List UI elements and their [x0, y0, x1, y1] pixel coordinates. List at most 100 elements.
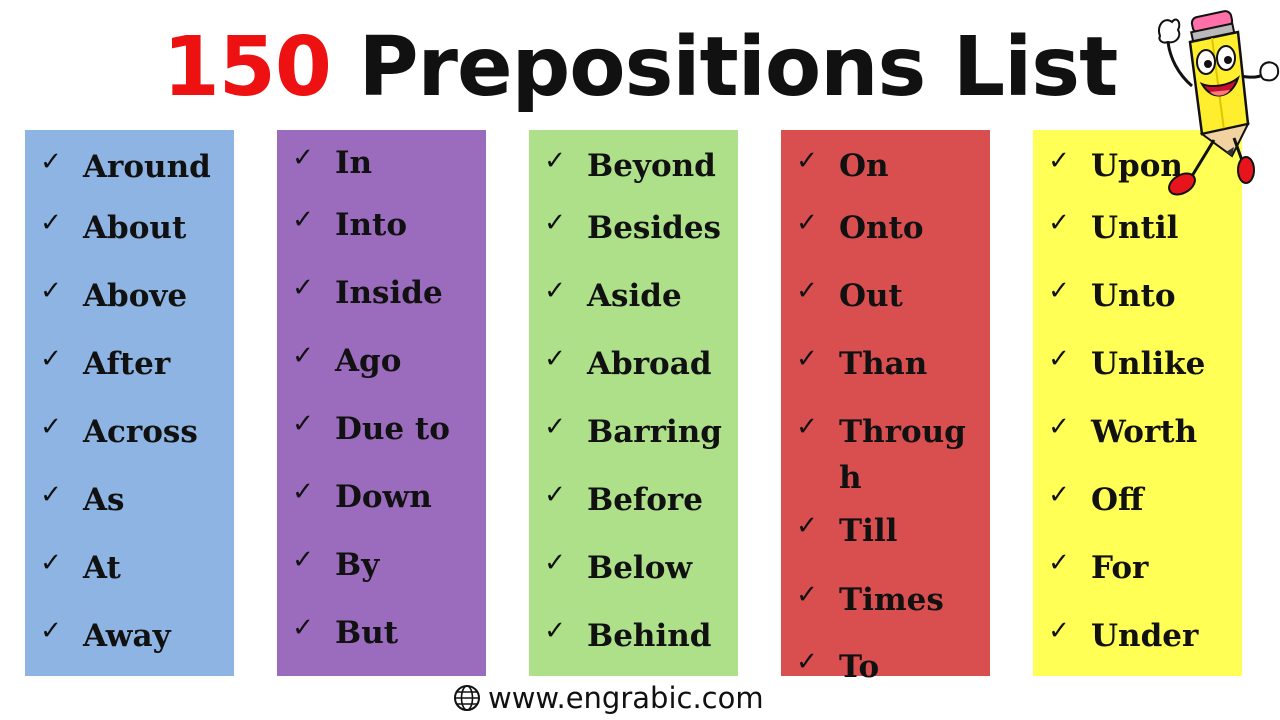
- preposition-word: Around: [83, 149, 211, 185]
- check-icon: ✓: [796, 146, 818, 176]
- list-item: ✓ At: [25, 545, 234, 595]
- list-item: ✓ Abroad: [529, 341, 738, 391]
- website-url[interactable]: www.engrabic.com: [488, 681, 764, 715]
- check-icon: ✓: [544, 146, 566, 176]
- preposition-word: Aside: [587, 278, 682, 314]
- check-icon: ✓: [40, 208, 62, 238]
- check-icon: ✓: [796, 344, 818, 374]
- preposition-word: Away: [83, 618, 171, 654]
- list-item: ✓ Until: [1033, 205, 1242, 255]
- title-number: 150: [162, 20, 332, 115]
- list-item: ✓ Off: [1033, 477, 1242, 527]
- preposition-word: Beyond: [587, 148, 716, 184]
- check-icon: ✓: [1048, 344, 1070, 374]
- preposition-word: After: [83, 346, 171, 382]
- check-icon: ✓: [796, 412, 818, 442]
- list-item: ✓ Onto: [781, 205, 990, 255]
- preposition-word: Across: [83, 414, 198, 450]
- preposition-word: Worth: [1091, 414, 1198, 450]
- check-icon: ✓: [292, 273, 314, 303]
- column-5: ✓ Upon ✓ Until ✓ Unto ✓ Unlike ✓ Worth ✓ Off ✓…: [1033, 130, 1242, 676]
- check-icon: ✓: [544, 208, 566, 238]
- page: 150 Prepositions List ✓ Around ✓ About ✓ Ab…: [0, 0, 1280, 720]
- check-icon: ✓: [796, 580, 818, 610]
- preposition-word: To: [839, 649, 880, 685]
- preposition-word: At: [83, 550, 121, 586]
- preposition-word: Inside: [335, 275, 443, 311]
- preposition-word: Until: [1091, 210, 1179, 246]
- list-item: ✓ To: [781, 644, 990, 694]
- preposition-word: Ago: [335, 343, 402, 379]
- pencil-mascot-icon: [1152, 6, 1280, 202]
- list-item: ✓ For: [1033, 545, 1242, 595]
- title-text: Prepositions List: [358, 20, 1118, 115]
- preposition-word: On: [839, 148, 889, 184]
- check-icon: ✓: [544, 548, 566, 578]
- check-icon: ✓: [1048, 548, 1070, 578]
- preposition-word: As: [83, 482, 125, 518]
- check-icon: ✓: [40, 616, 62, 646]
- preposition-word: Barring: [587, 414, 722, 450]
- check-icon: ✓: [292, 613, 314, 643]
- list-item: ✓ In: [277, 140, 486, 190]
- preposition-word: Down: [335, 479, 432, 515]
- list-item: ✓ After: [25, 341, 234, 391]
- list-item: ✓ Above: [25, 273, 234, 323]
- list-item: ✓ Under: [1033, 613, 1242, 663]
- preposition-word: For: [1091, 550, 1149, 586]
- preposition-word: Times: [839, 582, 944, 618]
- list-item: ✓ Into: [277, 202, 486, 252]
- list-item: ✓ Away: [25, 613, 234, 663]
- check-icon: ✓: [292, 545, 314, 575]
- list-item: ✓ Through: [781, 409, 990, 504]
- check-icon: ✓: [1048, 412, 1070, 442]
- check-icon: ✓: [796, 647, 818, 677]
- list-item: ✓ Unto: [1033, 273, 1242, 323]
- check-icon: ✓: [40, 147, 62, 177]
- check-icon: ✓: [292, 409, 314, 439]
- list-item: ✓ Unlike: [1033, 341, 1242, 391]
- list-item: ✓ Before: [529, 477, 738, 527]
- list-item: ✓ Besides: [529, 205, 738, 255]
- column-4: ✓ On ✓ Onto ✓ Out ✓ Than ✓ Through ✓ Till ✓ Tim…: [781, 130, 990, 685]
- check-icon: ✓: [292, 143, 314, 173]
- check-icon: ✓: [796, 511, 818, 541]
- list-item: ✓ Below: [529, 545, 738, 595]
- check-icon: ✓: [544, 344, 566, 374]
- list-item: ✓ As: [25, 477, 234, 527]
- preposition-word: Above: [83, 278, 188, 314]
- footer: www.engrabic.com: [452, 678, 764, 718]
- list-item: ✓ Around: [25, 144, 234, 194]
- preposition-word: Unto: [1091, 278, 1176, 314]
- globe-icon: [454, 685, 480, 711]
- check-icon: ✓: [292, 477, 314, 507]
- preposition-word: Before: [587, 482, 703, 518]
- preposition-word: About: [83, 210, 187, 246]
- check-icon: ✓: [40, 412, 62, 442]
- list-item: ✓ On: [781, 143, 990, 193]
- list-item: ✓ Worth: [1033, 409, 1242, 459]
- column-2: ✓ In ✓ Into ✓ Inside ✓ Ago ✓ Due to ✓ Down ✓ By…: [277, 130, 486, 676]
- list-item: ✓ By: [277, 542, 486, 592]
- preposition-word: By: [335, 547, 380, 583]
- check-icon: ✓: [1048, 208, 1070, 238]
- preposition-word: Till: [839, 513, 898, 549]
- list-item: ✓ Across: [25, 409, 234, 459]
- list-item: ✓ Inside: [277, 270, 486, 320]
- preposition-word: Out: [839, 278, 903, 314]
- preposition-word: Besides: [587, 210, 722, 246]
- list-item: ✓ Due to: [277, 406, 486, 456]
- check-icon: ✓: [544, 276, 566, 306]
- preposition-word: Unlike: [1091, 346, 1206, 382]
- check-icon: ✓: [292, 341, 314, 371]
- check-icon: ✓: [544, 480, 566, 510]
- list-item: ✓ But: [277, 610, 486, 660]
- check-icon: ✓: [796, 208, 818, 238]
- preposition-word: Off: [1091, 482, 1144, 518]
- page-title: 150 Prepositions List: [0, 8, 1280, 128]
- preposition-word: Than: [839, 346, 928, 382]
- preposition-word: In: [335, 145, 373, 181]
- check-icon: ✓: [40, 276, 62, 306]
- list-item: ✓ About: [25, 205, 234, 255]
- check-icon: ✓: [1048, 616, 1070, 646]
